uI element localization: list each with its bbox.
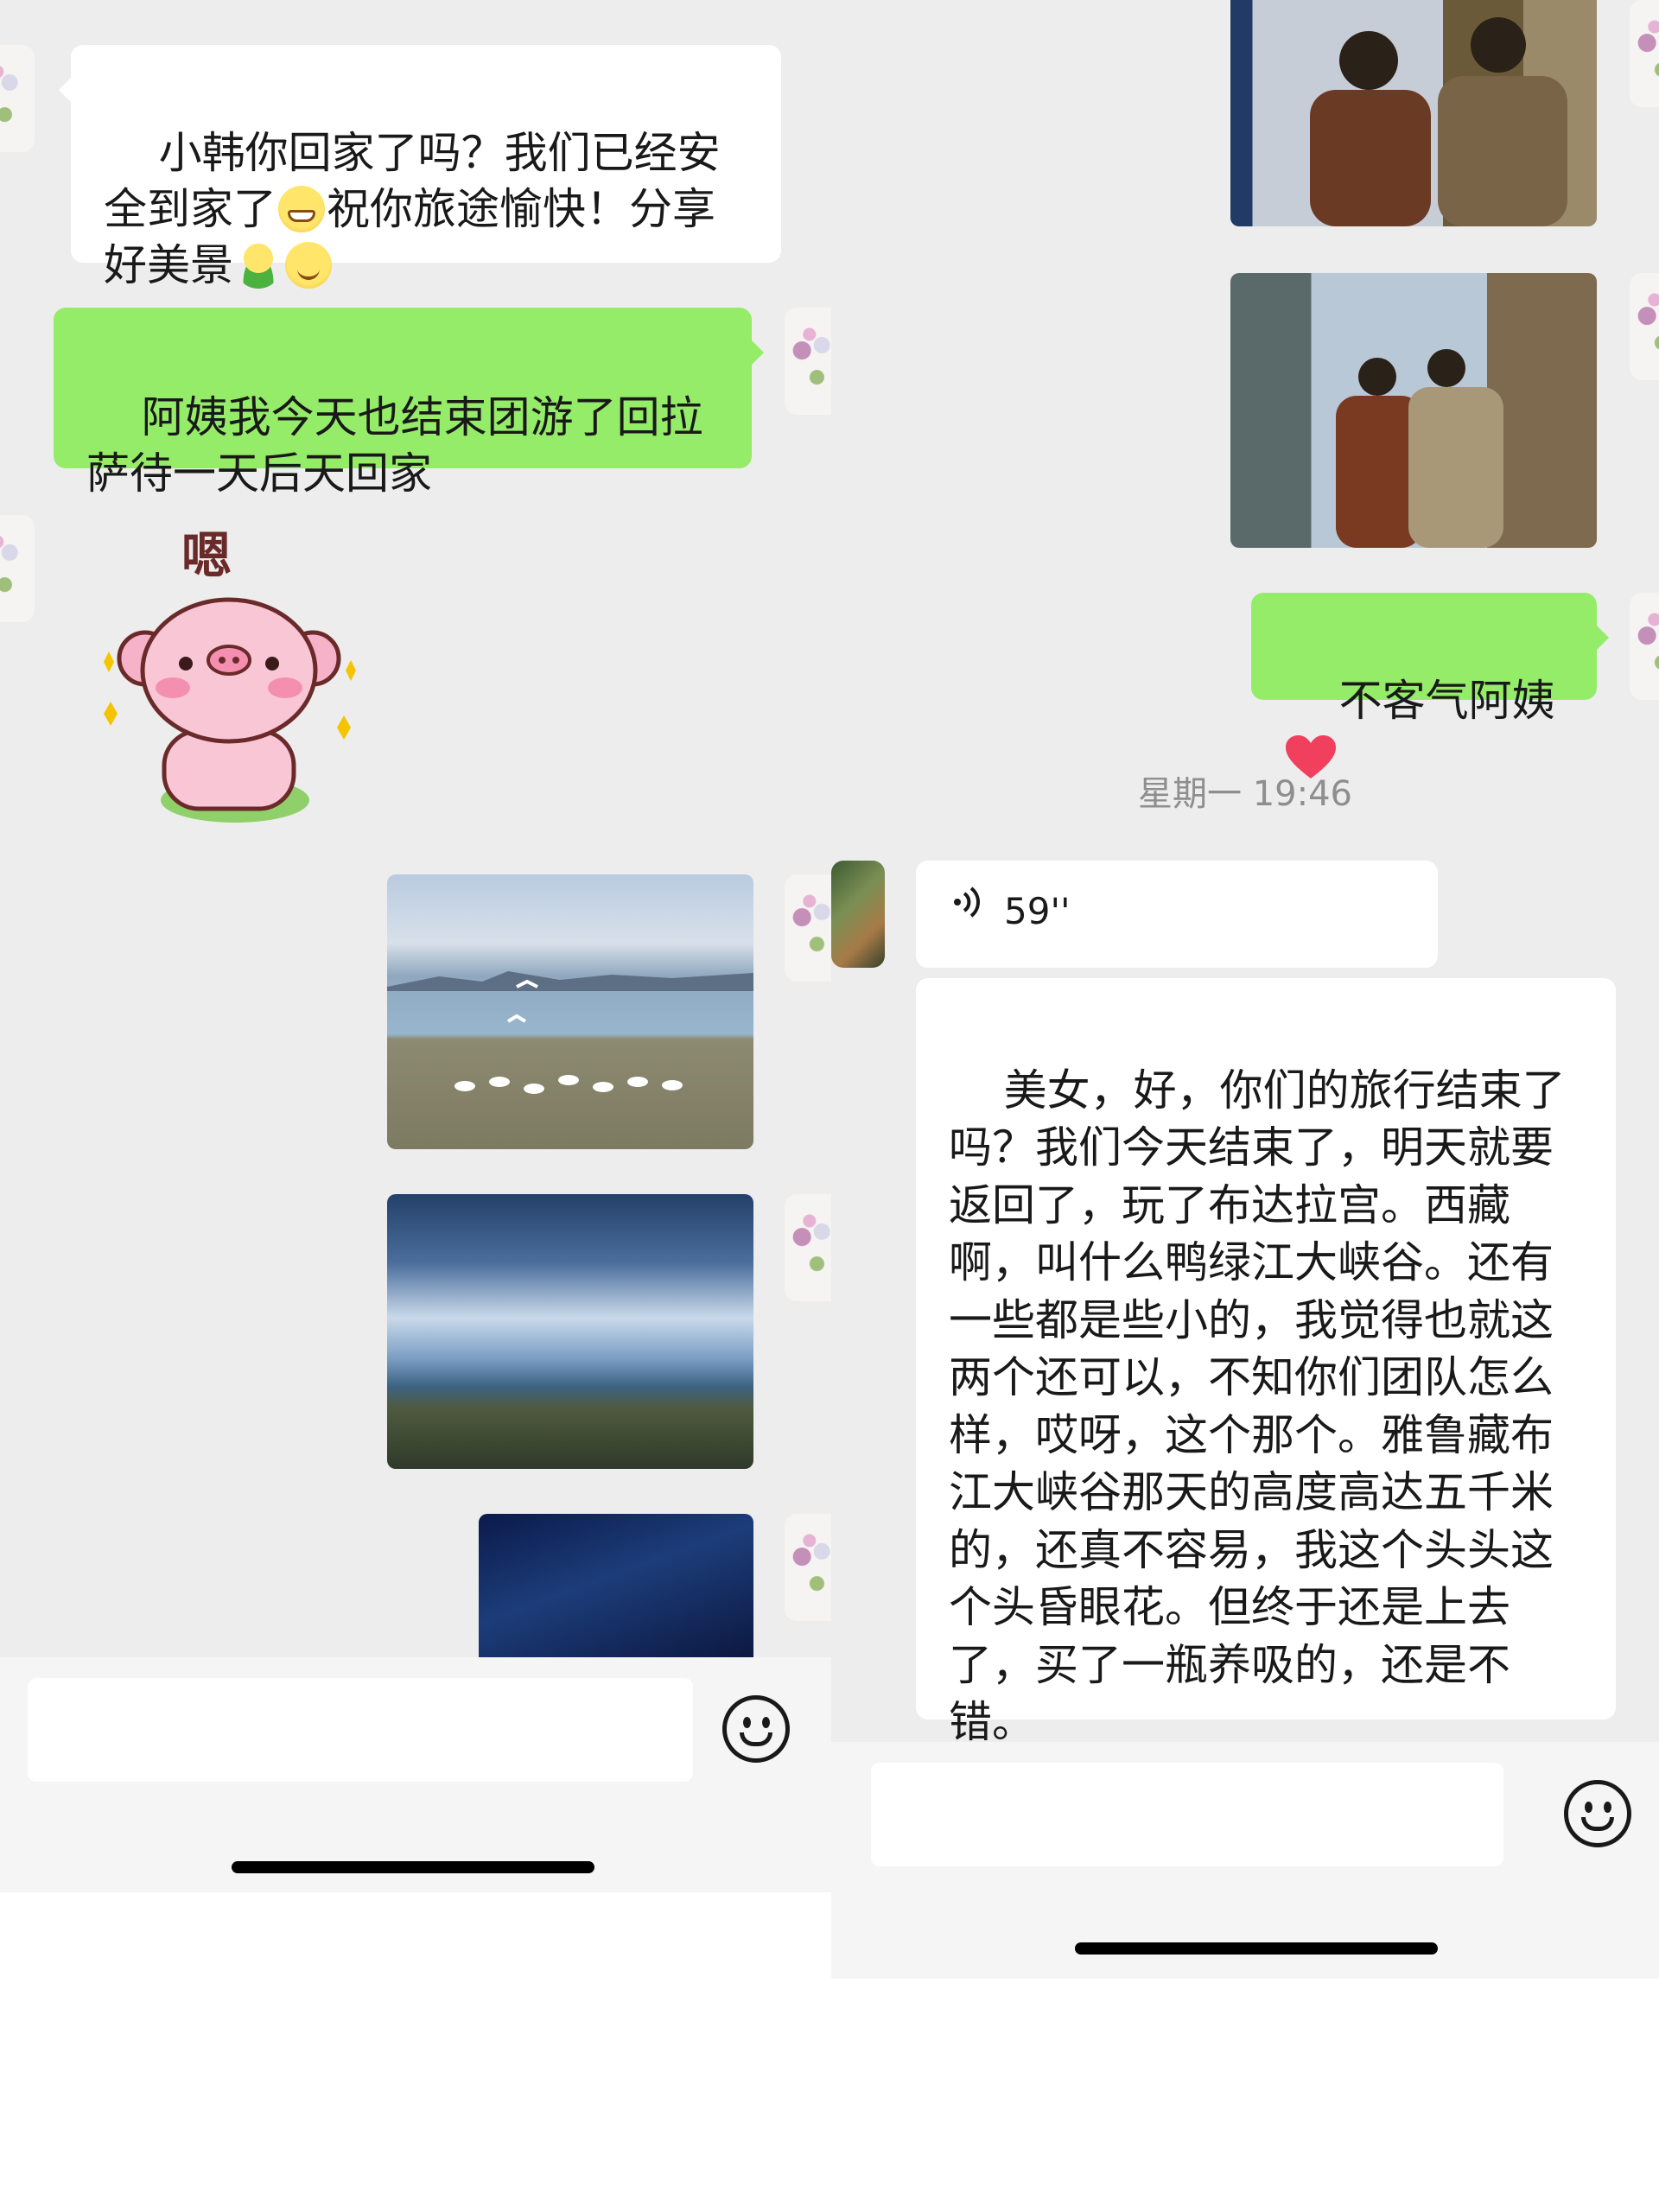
people-silhouette-icon <box>1310 17 1567 226</box>
train-window-photo-1[interactable] <box>1230 0 1597 226</box>
pig-icon <box>104 597 356 823</box>
message-input[interactable] <box>871 1763 1503 1866</box>
input-bar <box>831 1742 1659 1979</box>
home-indicator <box>232 1861 594 1873</box>
emoji-icon[interactable] <box>1564 1780 1631 1847</box>
pig-sticker[interactable]: 嗯 <box>86 515 363 835</box>
message-input[interactable] <box>28 1678 693 1782</box>
voice-wave-icon <box>954 887 980 918</box>
lake-birds-photo[interactable] <box>387 874 753 1149</box>
outgoing-message-bubble[interactable]: 阿姨我今天也结束团游了回拉萨待一天后天回家 <box>54 308 764 499</box>
timestamp: 星期一 19:46 <box>1138 774 1352 814</box>
contact-avatar[interactable] <box>831 861 885 968</box>
my-avatar[interactable] <box>1630 0 1659 107</box>
lake-sky-photo[interactable] <box>387 1194 753 1469</box>
my-avatar[interactable] <box>785 1194 831 1301</box>
voice-transcript-bubble[interactable]: 美女，好，你们的旅行结束了吗？我们今天结束了，明天就要返回了，玩了布达拉宫。西藏… <box>916 978 1616 1747</box>
my-avatar[interactable] <box>785 308 831 415</box>
contact-avatar[interactable] <box>0 515 35 622</box>
left-chat-screenshot: 小韩你回家了吗？我们已经安全到家了 祝你旅途愉快！分享好美景 阿姨我今天也结束团游… <box>0 0 831 1892</box>
my-avatar[interactable] <box>1630 593 1659 700</box>
my-avatar[interactable] <box>785 1514 831 1621</box>
home-indicator <box>1075 1942 1438 1955</box>
birds-icon <box>387 971 753 1094</box>
my-avatar[interactable] <box>1630 273 1659 380</box>
right-chat-screenshot: 不客气阿姨 星期一 19:46 59'' 美女，好，你们的旅行结束了吗？我们今天… <box>831 0 1659 1979</box>
voice-message[interactable]: 59'' <box>916 861 1438 968</box>
outgoing-message-bubble[interactable]: 不客气阿姨 <box>1251 593 1609 779</box>
message-text: 不客气阿姨 <box>1338 676 1555 726</box>
voice-duration: 59'' <box>1004 890 1071 932</box>
smile-emoji-icon <box>285 242 332 289</box>
grinning-emoji-icon <box>278 186 325 232</box>
incoming-message-bubble[interactable]: 小韩你回家了吗？我们已经安全到家了 祝你旅途愉快！分享好美景 <box>59 45 781 290</box>
night-sky-photo[interactable] <box>479 1514 753 1659</box>
emoji-icon[interactable] <box>722 1695 790 1763</box>
people-silhouette-icon <box>1336 349 1503 548</box>
contact-avatar[interactable] <box>0 45 35 152</box>
transcript-text: 美女，好，你们的旅行结束了吗？我们今天结束了，明天就要返回了，玩了布达拉宫。西藏… <box>949 1065 1566 1748</box>
message-text: 阿姨我今天也结束团游了回拉萨待一天后天回家 <box>86 392 703 499</box>
train-window-photo-2[interactable] <box>1230 273 1597 548</box>
my-avatar[interactable] <box>785 874 831 982</box>
input-bar <box>0 1657 831 1892</box>
hug-emoji-icon <box>235 242 282 289</box>
